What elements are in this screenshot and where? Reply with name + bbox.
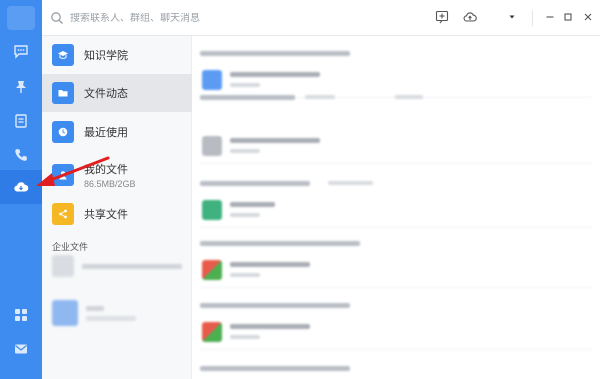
cloud-drive-icon[interactable] [0, 170, 42, 204]
file-activity-feed [192, 36, 600, 379]
section-title-enterprise-files: 企业文件 [52, 242, 89, 252]
search-box [50, 8, 410, 28]
compose-icon[interactable] [434, 9, 450, 25]
nav-item-label: 最近使用 [84, 127, 128, 139]
nav-item-label: 知识学院 [84, 50, 128, 62]
file-nav: 知识学院 文件动态 最近使用 我的文件 86.5MB/2GB 共享文件 企业文件 [42, 36, 192, 379]
list-item[interactable] [200, 361, 592, 375]
list-item[interactable] [200, 90, 592, 104]
folder-icon [52, 82, 74, 104]
nav-item-file-activity[interactable]: 文件动态 [42, 74, 192, 112]
avatar[interactable] [7, 6, 35, 30]
divider [532, 10, 533, 26]
list-item[interactable] [200, 236, 592, 288]
left-rail [0, 0, 42, 379]
nav-item-knowledge-academy[interactable]: 知识学院 [42, 36, 192, 74]
dropdown-icon[interactable] [504, 9, 520, 25]
list-item[interactable] [200, 176, 592, 228]
clock-icon [52, 121, 74, 143]
nav-item-label: 我的文件 [84, 164, 128, 176]
graduation-cap-icon [52, 44, 74, 66]
cloud-upload-icon[interactable] [462, 9, 478, 25]
app-window: 知识学院 文件动态 最近使用 我的文件 86.5MB/2GB [0, 0, 600, 379]
search-input[interactable] [70, 12, 370, 24]
pin-icon[interactable] [0, 70, 42, 104]
close-icon[interactable] [580, 9, 596, 25]
share-icon [52, 203, 74, 225]
mail-icon[interactable] [0, 332, 42, 366]
apps-grid-icon[interactable] [0, 298, 42, 332]
contacts-icon[interactable] [0, 104, 42, 138]
nav-item-shared-files[interactable]: 共享文件 [42, 195, 192, 233]
nav-item-my-files[interactable]: 我的文件 86.5MB/2GB [42, 155, 192, 195]
chat-icon[interactable] [0, 34, 42, 68]
maximize-icon[interactable] [560, 9, 576, 25]
top-bar [42, 0, 600, 36]
nav-item-label: 文件动态 [84, 88, 128, 100]
minimize-icon[interactable] [542, 9, 558, 25]
nav-item-recent[interactable]: 最近使用 [42, 113, 192, 151]
list-item[interactable] [200, 298, 592, 350]
search-icon [51, 12, 63, 24]
user-file-icon [52, 164, 74, 186]
nav-item-label: 共享文件 [84, 209, 128, 221]
phone-icon[interactable] [0, 138, 42, 172]
storage-usage: 86.5MB/2GB [84, 179, 136, 189]
list-item[interactable] [52, 254, 182, 278]
list-item[interactable] [52, 298, 136, 328]
